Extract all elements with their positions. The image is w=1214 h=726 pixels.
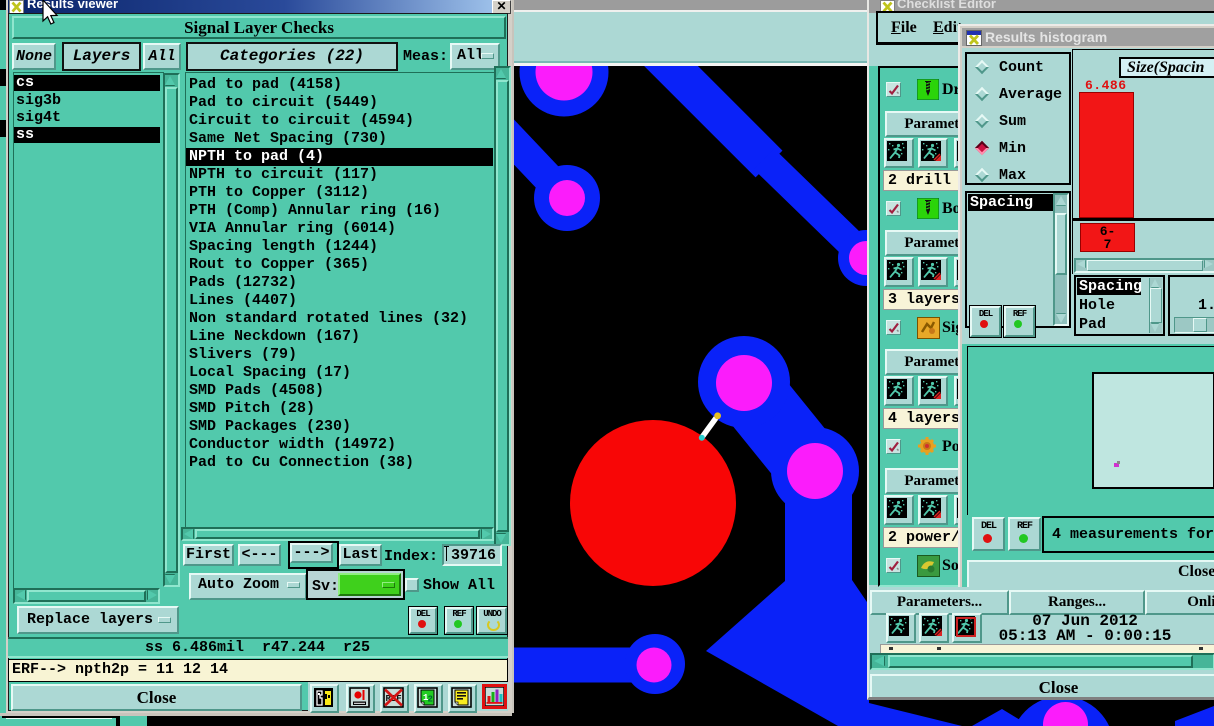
- svg-text:2: 2: [428, 695, 433, 705]
